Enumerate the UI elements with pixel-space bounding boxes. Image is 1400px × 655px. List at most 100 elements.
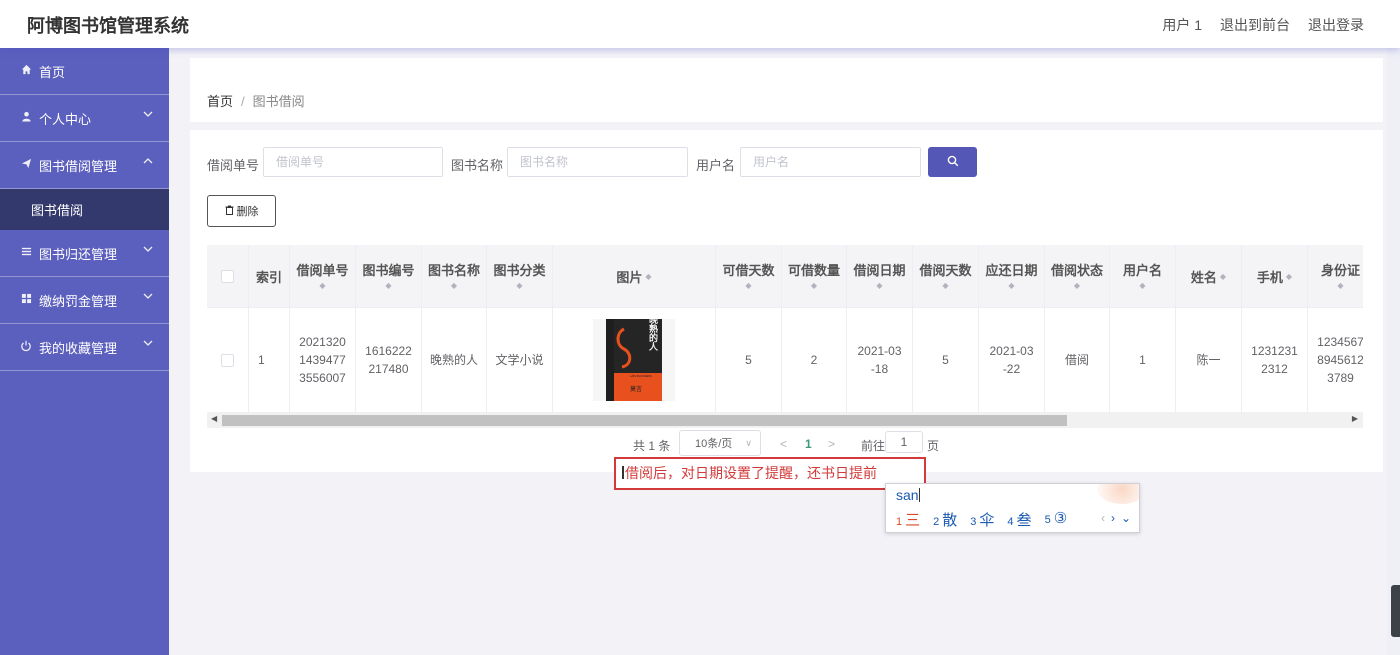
cell-index: 1 xyxy=(249,308,290,412)
scrollbar-thumb[interactable] xyxy=(222,415,1067,426)
sort-icon[interactable]: ◆ xyxy=(1220,272,1226,281)
sidebar-item-borrow-management[interactable]: 图书借阅管理 xyxy=(0,142,169,189)
sort-icon[interactable]: ◆ xyxy=(1286,272,1292,281)
sidebar-subitem-borrow[interactable]: 图书借阅 xyxy=(0,189,169,230)
sidebar-item-label: 个人中心 xyxy=(39,111,92,127)
table-header: 索引 借阅单号 ◆ 图书编号 ◆ 图书名称 ◆ 图书分类 ◆ 图片 ◆ 可借天数 ◆ 可借数… xyxy=(207,245,1363,308)
user-link[interactable]: 用户 1 xyxy=(1162,15,1202,35)
power-icon xyxy=(19,340,33,355)
chevron-down-icon xyxy=(143,109,153,121)
ime-next-icon[interactable]: › xyxy=(1111,511,1115,525)
content-card: 借阅单号 图书名称 用户名 删除 索引 借阅单号◆ 图书编号◆ 图书名称◆ xyxy=(190,130,1383,472)
chevron-down-icon xyxy=(143,291,153,303)
sort-icon[interactable]: ◆ xyxy=(919,281,971,291)
scroll-right-icon[interactable]: ▶ xyxy=(1352,414,1358,423)
sort-icon[interactable]: ◆ xyxy=(428,281,480,291)
header-order-no[interactable]: 借阅单号 ◆ xyxy=(290,245,356,307)
book-cover-author: 莫言 xyxy=(630,385,642,393)
ime-candidate[interactable]: 2散 xyxy=(933,509,957,530)
next-page-icon[interactable]: > xyxy=(828,437,835,451)
logout-link[interactable]: 退出登录 xyxy=(1308,15,1364,35)
username-input[interactable] xyxy=(740,147,921,177)
header-book-no[interactable]: 图书编号 ◆ xyxy=(356,245,422,307)
goto-page-input[interactable]: 1 xyxy=(885,431,923,453)
header-image[interactable]: 图片 ◆ xyxy=(553,245,716,307)
row-select[interactable] xyxy=(207,308,249,412)
ime-candidate-window[interactable]: san 1三 2散 3伞 4叁 5③ ‹ › ⌄ xyxy=(885,483,1140,533)
select-all-checkbox[interactable] xyxy=(221,269,234,283)
ime-candidate[interactable]: 4叁 xyxy=(1007,509,1031,530)
header-book-name[interactable]: 图书名称 ◆ xyxy=(422,245,487,307)
sort-icon[interactable]: ◆ xyxy=(788,281,840,291)
header-borrow-days[interactable]: 借阅天数 ◆ xyxy=(913,245,979,307)
breadcrumb-home[interactable]: 首页 xyxy=(207,94,233,109)
sidebar-item-personal[interactable]: 个人中心 xyxy=(0,95,169,142)
header-select-all[interactable] xyxy=(207,245,249,307)
ime-decoration xyxy=(1097,484,1139,504)
ime-expand-icon[interactable]: ⌄ xyxy=(1121,511,1131,525)
header-category[interactable]: 图书分类 ◆ xyxy=(487,245,553,307)
home-icon xyxy=(19,64,33,78)
header-phone[interactable]: 手机 ◆ xyxy=(1242,245,1308,307)
ime-candidate[interactable]: 1三 xyxy=(896,509,920,530)
sort-icon[interactable]: ◆ xyxy=(1123,281,1162,291)
trash-icon xyxy=(225,205,234,218)
sort-icon[interactable]: ◆ xyxy=(985,281,1037,291)
header-quantity[interactable]: 可借数量 ◆ xyxy=(782,245,847,307)
header-id-card[interactable]: 身份证 ◆ xyxy=(1308,245,1363,307)
main-area: 首页 / 图书借阅 借阅单号 图书名称 用户名 删除 索引 借阅单号◆ xyxy=(169,48,1400,655)
header-days[interactable]: 可借天数 ◆ xyxy=(716,245,782,307)
chevron-up-icon xyxy=(143,156,153,168)
pagination-total: 共 1 条 xyxy=(633,439,671,453)
sort-icon[interactable]: ◆ xyxy=(645,272,651,281)
cell-borrow-days: 5 xyxy=(913,308,979,412)
search-button[interactable] xyxy=(928,147,977,177)
back-to-frontend-link[interactable]: 退出到前台 xyxy=(1220,15,1290,35)
annotation-textbox[interactable]: 借阅后，对日期设置了提醒，还书日提前 xyxy=(614,457,926,490)
header-name[interactable]: 姓名 ◆ xyxy=(1176,245,1242,307)
cell-borrow-date: 2021-03 -18 xyxy=(847,308,913,412)
book-cover-title: 晚熟的人 xyxy=(648,319,659,351)
book-name-input[interactable] xyxy=(507,147,688,177)
page-size-select[interactable]: 10条/页 ∨ xyxy=(679,430,761,456)
ime-candidate[interactable]: 3伞 xyxy=(970,509,994,530)
book-cover-image: 晚熟的人 LATE BLOOMERS 莫言 xyxy=(593,319,675,401)
sidebar-item-home[interactable]: 首页 xyxy=(0,48,169,95)
order-no-input[interactable] xyxy=(263,147,443,177)
cell-username: 1 xyxy=(1110,308,1176,412)
prev-page-icon[interactable]: < xyxy=(780,437,787,451)
sort-icon[interactable]: ◆ xyxy=(1051,281,1103,291)
header-borrow-date[interactable]: 借阅日期 ◆ xyxy=(847,245,913,307)
chevron-down-icon xyxy=(143,338,153,350)
delete-label: 删除 xyxy=(236,206,259,218)
sort-icon[interactable]: ◆ xyxy=(853,281,905,291)
send-icon xyxy=(19,158,33,172)
borrow-table: 索引 借阅单号 ◆ 图书编号 ◆ 图书名称 ◆ 图书分类 ◆ 图片 ◆ 可借天数 ◆ 可借数… xyxy=(207,245,1363,428)
search-icon xyxy=(947,155,959,170)
sidebar: 首页 个人中心 图书借阅管理 图书借阅 图书归还管理 缴纳罚金管理 我的收藏管理 xyxy=(0,48,169,655)
sort-icon[interactable]: ◆ xyxy=(362,281,414,291)
delete-button[interactable]: 删除 xyxy=(207,195,276,227)
user-icon xyxy=(19,111,33,125)
sort-icon[interactable]: ◆ xyxy=(296,281,348,291)
ime-prev-icon[interactable]: ‹ xyxy=(1101,511,1105,525)
header-links: 用户 1 退出到前台 退出登录 xyxy=(1162,15,1364,35)
sort-icon[interactable]: ◆ xyxy=(493,281,545,291)
header-username[interactable]: 用户名 ◆ xyxy=(1110,245,1176,307)
right-edge-handle[interactable] xyxy=(1391,585,1400,637)
sidebar-item-favorites-management[interactable]: 我的收藏管理 xyxy=(0,324,169,371)
sidebar-item-label: 图书借阅管理 xyxy=(39,158,118,174)
sort-icon[interactable]: ◆ xyxy=(1321,281,1360,291)
horizontal-scrollbar[interactable]: ◀ ▶ xyxy=(207,412,1363,428)
sidebar-item-fine-management[interactable]: 缴纳罚金管理 xyxy=(0,277,169,324)
sort-icon[interactable]: ◆ xyxy=(722,281,774,291)
header-status[interactable]: 借阅状态 ◆ xyxy=(1045,245,1110,307)
sidebar-item-return-management[interactable]: 图书归还管理 xyxy=(0,230,169,277)
grid-icon xyxy=(19,293,33,307)
current-page-number[interactable]: 1 xyxy=(805,437,812,451)
scroll-left-icon[interactable]: ◀ xyxy=(211,414,217,423)
row-checkbox[interactable] xyxy=(221,353,234,367)
text-cursor xyxy=(622,466,624,479)
ime-candidate[interactable]: 5③ xyxy=(1045,509,1068,530)
header-due-date[interactable]: 应还日期 ◆ xyxy=(979,245,1045,307)
